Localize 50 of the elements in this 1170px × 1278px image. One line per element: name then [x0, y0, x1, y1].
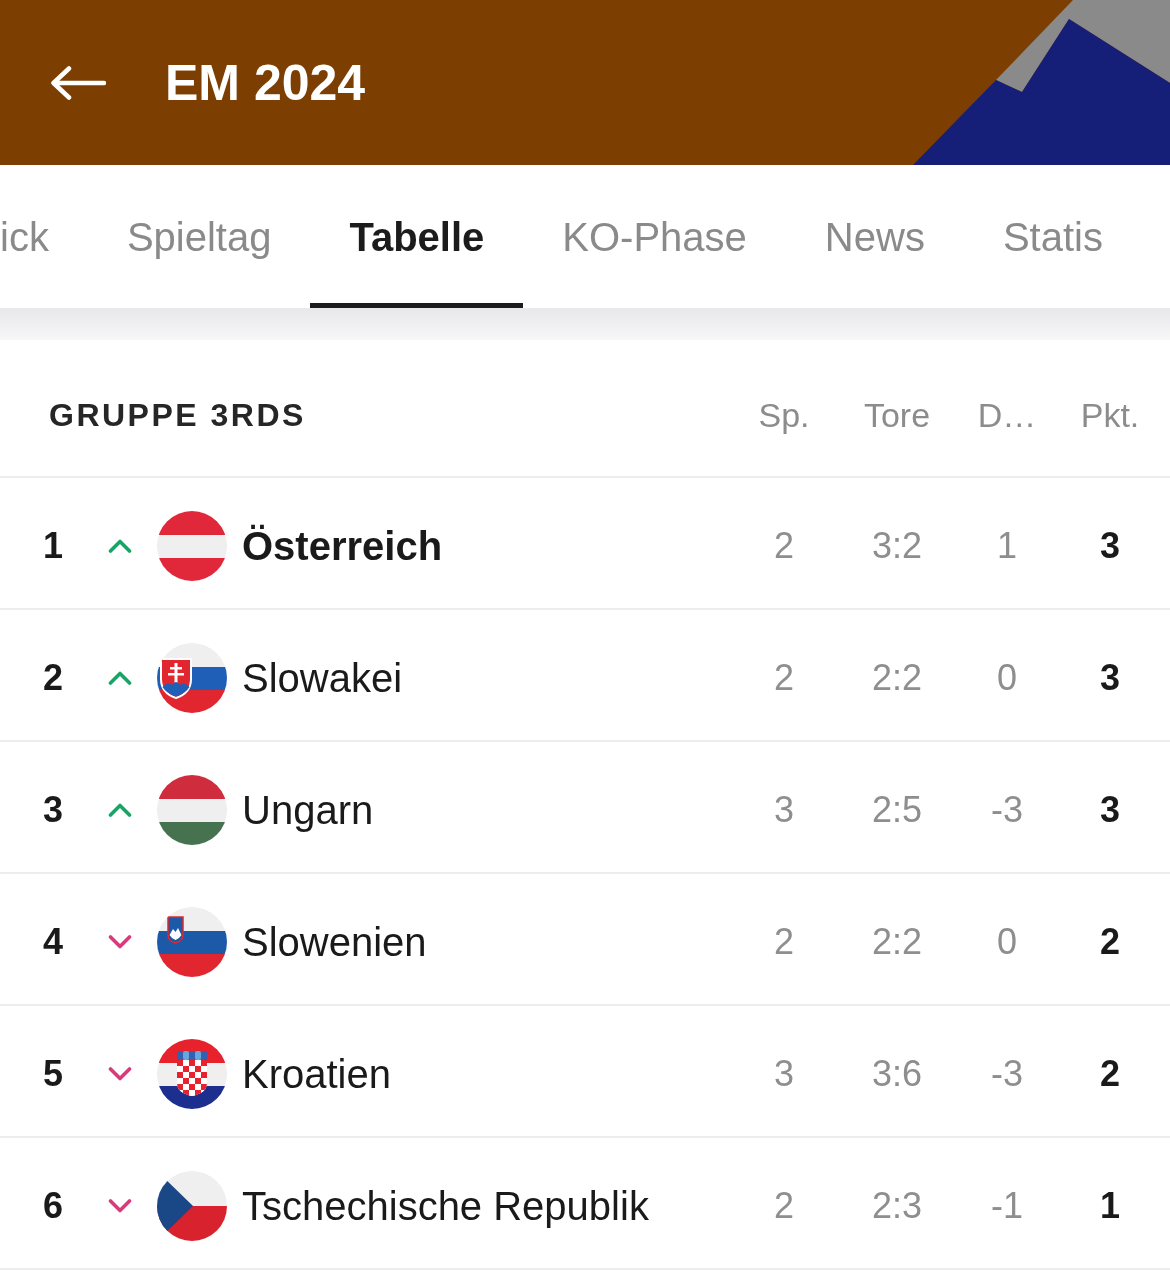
- goal-difference: -1: [990, 1185, 1024, 1227]
- games-played: 2: [773, 525, 795, 567]
- goal-ratio: 3:6: [870, 1053, 923, 1095]
- slovakia-flag-icon: [157, 643, 227, 713]
- points: 3: [1099, 657, 1121, 699]
- goal-ratio: 2:5: [870, 789, 923, 831]
- games-played: 3: [773, 789, 795, 831]
- team-name: Slowenien: [242, 919, 427, 965]
- points: 3: [1099, 525, 1121, 567]
- slovenia-flag-icon: [157, 907, 227, 977]
- team-name: Tschechische Republik: [242, 1183, 649, 1229]
- points: 2: [1099, 1053, 1121, 1095]
- back-arrow-icon: [50, 65, 106, 100]
- rank-number: 3: [42, 789, 64, 831]
- column-header: Pkt.: [1079, 395, 1141, 435]
- goal-difference: -3: [990, 789, 1024, 831]
- rank-number: 4: [42, 921, 64, 963]
- points: 3: [1099, 789, 1121, 831]
- games-played: 3: [773, 1053, 795, 1095]
- goal-difference: 0: [996, 921, 1018, 963]
- czechia-flag-icon: [157, 1171, 227, 1241]
- column-header: Tore: [862, 395, 932, 435]
- rank-number: 5: [42, 1053, 64, 1095]
- croatia-flag-icon: [157, 1039, 227, 1109]
- rank-number: 1: [42, 525, 64, 567]
- team-name: Österreich: [242, 523, 443, 569]
- goal-ratio: 2:2: [870, 921, 923, 963]
- page-title: EM 2024: [165, 57, 366, 108]
- column-header: D…: [976, 395, 1038, 435]
- games-played: 2: [773, 921, 795, 963]
- hungary-flag-icon: [157, 775, 227, 845]
- team-name: Kroatien: [242, 1051, 391, 1097]
- goal-difference: -3: [990, 1053, 1024, 1095]
- austria-flag-icon: [157, 511, 227, 581]
- team-name: Ungarn: [242, 787, 374, 833]
- goal-difference: 0: [996, 657, 1018, 699]
- goal-ratio: 2:2: [870, 657, 923, 699]
- points: 2: [1099, 921, 1121, 963]
- goal-difference: 1: [996, 525, 1018, 567]
- group-title: GRUPPE 3RDS: [48, 396, 307, 434]
- goal-ratio: 2:3: [870, 1185, 923, 1227]
- points: 1: [1099, 1185, 1121, 1227]
- goal-ratio: 3:2: [870, 525, 923, 567]
- games-played: 2: [773, 657, 795, 699]
- games-played: 2: [773, 1185, 795, 1227]
- column-header: Sp.: [757, 395, 811, 435]
- rank-number: 2: [42, 657, 64, 699]
- team-name: Slowakei: [242, 655, 403, 701]
- rank-number: 6: [42, 1185, 64, 1227]
- back-button[interactable]: [50, 65, 106, 100]
